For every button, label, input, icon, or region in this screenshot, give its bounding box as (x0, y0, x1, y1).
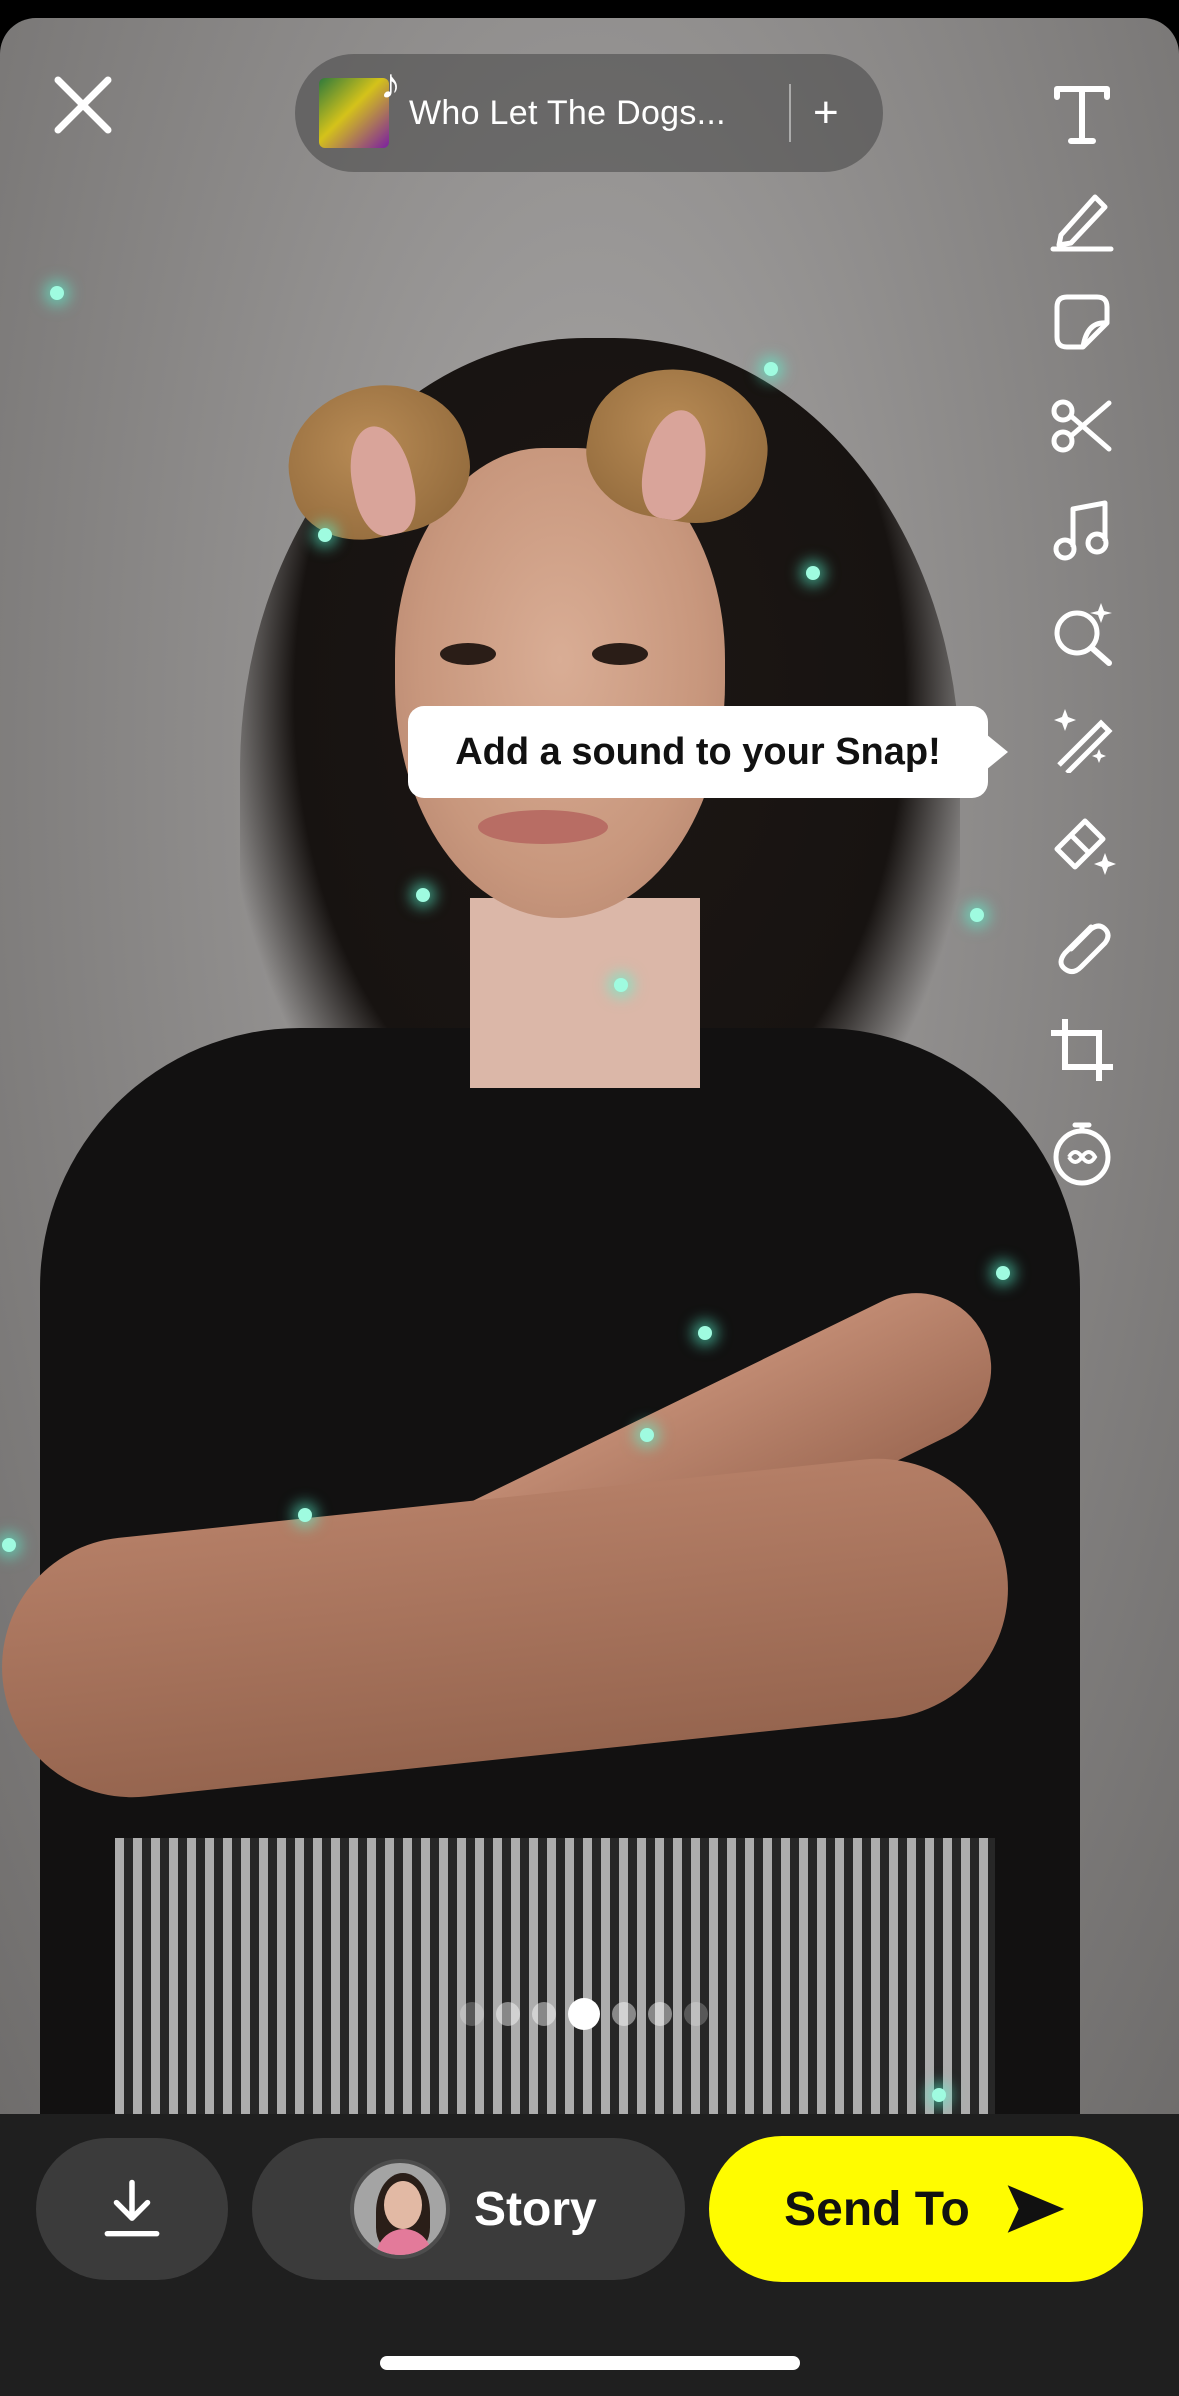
eraser-tool-button[interactable] (1040, 800, 1124, 884)
story-button[interactable]: Story (252, 2138, 685, 2280)
song-title[interactable]: Who Let The Dogs... (409, 94, 769, 133)
crop-icon (1051, 1019, 1113, 1081)
paperclip-icon (1058, 923, 1111, 975)
lens-search-icon (1054, 603, 1112, 666)
sticker-icon (1054, 294, 1110, 350)
page-dot-active (568, 1998, 600, 2030)
crop-tool-button[interactable] (1040, 1008, 1124, 1092)
save-button[interactable] (36, 2138, 228, 2280)
send-to-label: Send To (784, 2182, 970, 2236)
home-indicator[interactable] (380, 2356, 800, 2370)
close-icon (54, 76, 112, 134)
sound-tool-button[interactable] (1040, 488, 1124, 572)
magic-wand-icon (1054, 709, 1113, 773)
snap-preview (0, 18, 1179, 2114)
page-dot (648, 2002, 672, 2026)
avatar (350, 2159, 450, 2259)
tooltip-text: Add a sound to your Snap! (455, 730, 941, 773)
timer-tool-button[interactable] (1040, 1112, 1124, 1196)
pencil-icon (1050, 194, 1114, 252)
add-sound-button[interactable]: + (813, 91, 839, 135)
draw-tool-button[interactable] (1040, 176, 1124, 260)
download-icon (104, 2179, 160, 2237)
page-dot (460, 2002, 484, 2026)
pill-divider (789, 84, 791, 142)
scissors-tool-button[interactable] (1040, 384, 1124, 468)
album-art: ♪ (319, 60, 401, 148)
send-arrow-icon (1007, 2185, 1065, 2233)
music-pill[interactable]: ♪ Who Let The Dogs... + (295, 54, 883, 172)
music-note-icon (1053, 500, 1109, 561)
filter-page-indicator (460, 1998, 708, 2030)
timer-loop-icon (1053, 1122, 1111, 1186)
music-note-badge-icon: ♪ (380, 60, 401, 107)
page-dot (532, 2002, 556, 2026)
text-tool-button[interactable] (1040, 72, 1124, 156)
scissors-icon (1051, 399, 1112, 453)
add-sound-tooltip[interactable]: Add a sound to your Snap! (408, 706, 1008, 798)
eraser-sparkle-icon (1054, 818, 1116, 875)
text-icon (1054, 86, 1110, 144)
bottom-action-bar: Story Send To (0, 2114, 1179, 2396)
attach-link-button[interactable] (1040, 904, 1124, 988)
magic-tool-button[interactable] (1040, 696, 1124, 780)
lens-search-button[interactable] (1040, 592, 1124, 676)
page-dot (684, 2002, 708, 2026)
sticker-tool-button[interactable] (1040, 280, 1124, 364)
send-to-button[interactable]: Send To (709, 2136, 1143, 2282)
story-label: Story (474, 2182, 597, 2236)
close-button[interactable] (50, 72, 116, 138)
page-dot (496, 2002, 520, 2026)
page-dot (612, 2002, 636, 2026)
